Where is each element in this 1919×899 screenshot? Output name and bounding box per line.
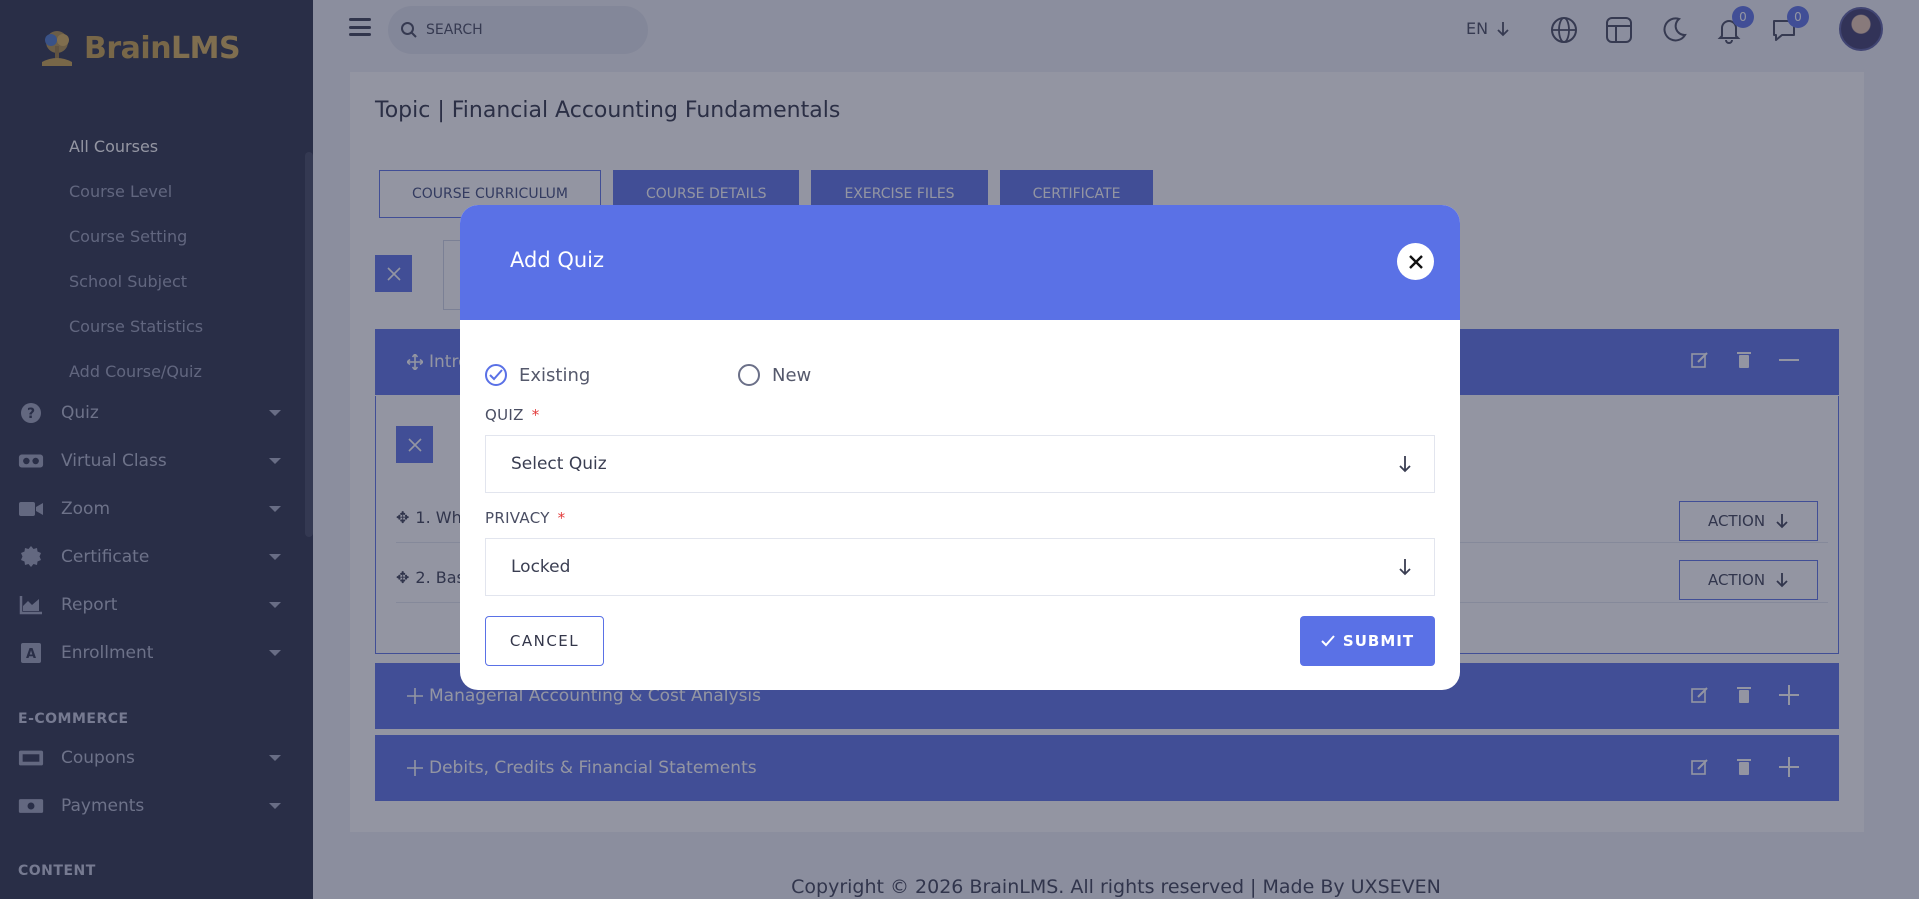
quiz-select[interactable]: Select Quiz <box>485 435 1435 493</box>
radio-label: Existing <box>519 364 591 386</box>
quiz-label-text: QUIZ <box>485 406 524 424</box>
quiz-source-radio-group: Existing New <box>485 364 811 386</box>
modal-title: Add Quiz <box>510 248 605 272</box>
submit-button[interactable]: SUBMIT <box>1300 616 1435 666</box>
privacy-select[interactable]: Locked <box>485 538 1435 596</box>
privacy-label-text: PRIVACY <box>485 509 550 527</box>
required-marker: * <box>531 406 540 424</box>
radio-label: New <box>772 364 812 386</box>
privacy-field-label: PRIVACY * <box>485 509 565 527</box>
radio-existing[interactable]: Existing <box>485 364 738 386</box>
check-icon <box>1321 635 1335 647</box>
arrow-down-icon <box>1399 456 1411 473</box>
privacy-select-value: Locked <box>511 557 571 577</box>
quiz-field-label: QUIZ * <box>485 406 540 424</box>
close-icon <box>1408 254 1423 269</box>
modal-header: Add Quiz <box>460 205 1460 320</box>
required-marker: * <box>557 509 566 527</box>
arrow-down-icon <box>1399 559 1411 576</box>
radio-checked-icon <box>485 364 507 386</box>
radio-unchecked-icon <box>738 364 760 386</box>
cancel-button[interactable]: CANCEL <box>485 616 604 666</box>
submit-label: SUBMIT <box>1342 632 1415 650</box>
modal-close-button[interactable] <box>1397 243 1434 280</box>
add-quiz-modal: Add Quiz Existing New QUIZ * Select Quiz … <box>460 205 1460 690</box>
radio-new[interactable]: New <box>738 364 811 386</box>
quiz-select-value: Select Quiz <box>511 454 607 474</box>
